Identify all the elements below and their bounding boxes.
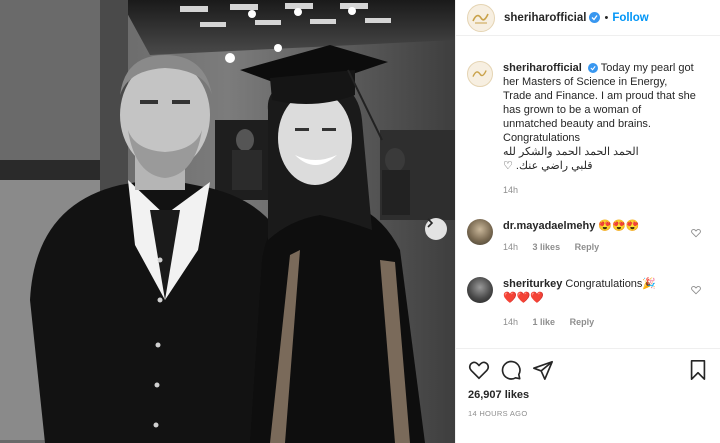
comment-meta: 14h 3 likes Reply	[503, 242, 693, 252]
comment-meta: 14h 1 like Reply	[503, 317, 693, 327]
logo-signature-icon	[472, 70, 487, 77]
reply-button[interactable]: Reply	[570, 317, 595, 327]
next-photo-button[interactable]	[425, 218, 447, 240]
comment-time[interactable]: 14h	[503, 242, 518, 252]
comment-likes[interactable]: 1 like	[533, 317, 556, 327]
action-icons-row	[468, 357, 709, 383]
comment-row: sheriturkey Congratulations🎉 ❤️❤️❤️ 14h …	[467, 277, 712, 327]
verified-badge-icon	[589, 12, 601, 23]
reply-button[interactable]: Reply	[575, 242, 600, 252]
comment-body: sheriturkey Congratulations🎉 ❤️❤️❤️ 14h …	[503, 277, 693, 327]
comment-likes[interactable]: 3 likes	[533, 242, 561, 252]
share-icon[interactable]	[532, 359, 554, 381]
heart-icon[interactable]	[468, 359, 490, 381]
header-username[interactable]: sheriharofficial	[504, 12, 586, 24]
comment-time[interactable]: 14h	[503, 317, 518, 327]
post-photo[interactable]	[0, 0, 455, 443]
chevron-right-icon	[427, 218, 434, 228]
heart-icon[interactable]	[691, 228, 701, 238]
comment-text: dr.mayadaelmehy 😍😍😍	[503, 219, 693, 233]
comments-list: sheriharofficial Today my pearl got her …	[456, 52, 720, 347]
profile-avatar[interactable]	[467, 3, 495, 32]
likes-count[interactable]: 26,907 likes	[468, 389, 709, 401]
caption-body: sheriharofficial Today my pearl got her …	[503, 61, 698, 195]
caption-meta: 14h	[503, 185, 698, 195]
comment-text: sheriturkey Congratulations🎉	[503, 277, 693, 291]
comment-avatar[interactable]	[467, 219, 493, 245]
post-header: sheriharofficial • Follow	[456, 0, 720, 36]
post-timestamp[interactable]: 14 HOURS AGO	[468, 409, 709, 418]
caption-row: sheriharofficial Today my pearl got her …	[467, 61, 712, 195]
verified-badge-icon	[587, 63, 598, 73]
caption-username[interactable]: sheriharofficial	[503, 62, 582, 74]
comment-message: Congratulations🎉	[565, 278, 657, 290]
post-actions: 26,907 likes 14 HOURS AGO	[456, 348, 720, 418]
bookmark-icon[interactable]	[687, 359, 709, 381]
comment-icon[interactable]	[500, 359, 522, 381]
post-side-panel: sheriharofficial • Follow sheriharoffici…	[455, 0, 720, 443]
comment-avatar[interactable]	[467, 277, 493, 303]
comment-message-line2: ❤️❤️❤️	[503, 292, 545, 304]
comment-row: dr.mayadaelmehy 😍😍😍 14h 3 likes Reply	[467, 219, 712, 252]
caption-line-arabic-1: الحمد الحمد الحمد والشكر لله	[503, 146, 639, 158]
follow-button[interactable]: Follow	[612, 12, 648, 24]
separator-dot: •	[604, 11, 609, 24]
comment-username[interactable]: sheriturkey	[503, 278, 562, 290]
caption-line-congrats: Congratulations	[503, 132, 581, 144]
caption-text: sheriharofficial Today my pearl got her …	[503, 61, 698, 131]
comment-body: dr.mayadaelmehy 😍😍😍 14h 3 likes Reply	[503, 219, 693, 252]
heart-icon[interactable]	[691, 285, 701, 295]
comment-username[interactable]: dr.mayadaelmehy	[503, 220, 595, 232]
instagram-post-view: sheriharofficial • Follow sheriharoffici…	[0, 0, 720, 443]
logo-signature-icon	[472, 13, 489, 23]
caption-avatar[interactable]	[467, 61, 493, 87]
photo-scene	[0, 0, 455, 443]
comment-message: 😍😍😍	[598, 220, 640, 232]
caption-line-arabic-2: قلبي راضي عنك. ♡	[503, 160, 593, 172]
caption-time[interactable]: 14h	[503, 185, 518, 195]
